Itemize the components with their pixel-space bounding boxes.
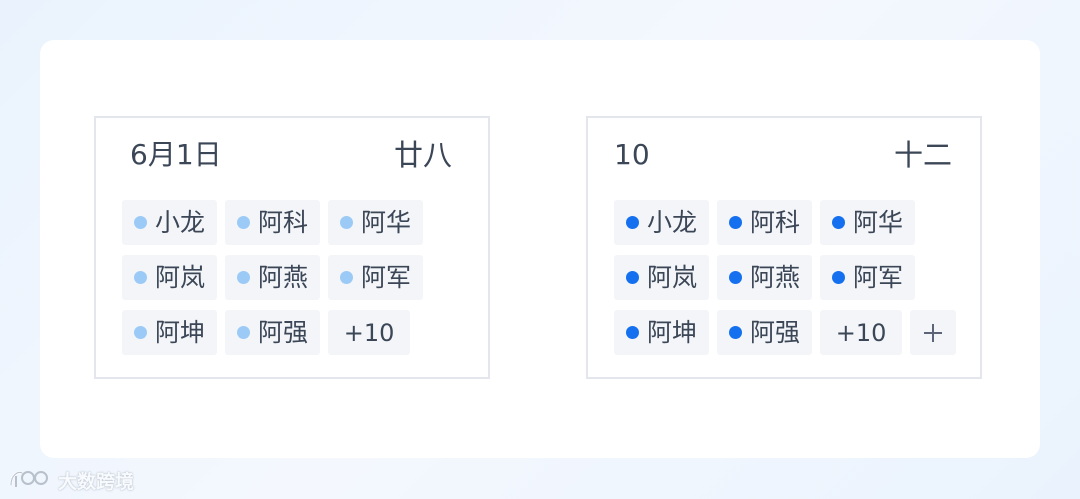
day-date: 6月1日 bbox=[130, 138, 222, 171]
event-status-dot bbox=[729, 216, 743, 229]
event-tag[interactable]: 阿燕 bbox=[717, 255, 813, 300]
event-tag[interactable]: 阿华 bbox=[328, 200, 424, 245]
event-status-dot bbox=[134, 216, 147, 229]
plus-icon bbox=[924, 323, 943, 342]
event-tag[interactable]: 阿科 bbox=[717, 200, 813, 245]
event-tag[interactable]: 阿军 bbox=[328, 255, 424, 300]
event-tag[interactable]: 阿坤 bbox=[122, 310, 218, 355]
event-status-dot bbox=[626, 326, 639, 339]
event-tag[interactable]: 阿科 bbox=[225, 200, 321, 245]
event-status-dot bbox=[340, 216, 354, 229]
watermark-text: 大数跨境 bbox=[58, 470, 135, 493]
event-tag[interactable]: 阿燕 bbox=[225, 255, 321, 300]
event-name: 阿强 bbox=[258, 318, 309, 347]
calendar-day-cell-right[interactable]: 10 十二 小龙 阿科 阿华 阿岚 阿燕 阿军 阿坤 阿强 +10 bbox=[586, 116, 982, 379]
calendar-day-cell-left[interactable]: 6月1日 廿八 小龙 阿科 阿华 阿岚 阿燕 阿军 阿坤 阿强 +10 bbox=[94, 116, 490, 379]
event-name: 阿军 bbox=[361, 263, 412, 292]
event-tag[interactable]: 阿强 bbox=[717, 310, 813, 355]
day-lunar-date: 廿八 bbox=[393, 138, 452, 172]
calendar-card: 6月1日 廿八 小龙 阿科 阿华 阿岚 阿燕 阿军 阿坤 阿强 +10 10 十… bbox=[40, 40, 1040, 458]
add-event-button[interactable] bbox=[910, 310, 957, 355]
event-name: 阿科 bbox=[750, 208, 801, 237]
watermark-logo-icon bbox=[9, 471, 48, 487]
event-tag[interactable]: 阿华 bbox=[820, 200, 916, 245]
event-tag[interactable]: 阿岚 bbox=[614, 255, 710, 300]
event-status-dot bbox=[626, 271, 639, 284]
event-name: 阿岚 bbox=[155, 263, 206, 292]
event-status-dot bbox=[237, 216, 251, 229]
event-status-dot bbox=[340, 271, 354, 284]
event-name: 阿军 bbox=[853, 263, 904, 292]
event-name: 阿燕 bbox=[258, 263, 309, 292]
event-status-dot bbox=[729, 326, 743, 339]
event-tag[interactable]: 阿军 bbox=[820, 255, 916, 300]
event-status-dot bbox=[832, 271, 846, 284]
day-date: 10 bbox=[614, 138, 650, 171]
event-tag[interactable]: 阿岚 bbox=[122, 255, 218, 300]
event-name: 小龙 bbox=[647, 208, 698, 237]
event-list: 小龙 阿科 阿华 阿岚 阿燕 阿军 阿坤 阿强 +10 bbox=[614, 200, 964, 355]
day-lunar-date: 十二 bbox=[893, 138, 952, 172]
event-name: 阿华 bbox=[361, 208, 412, 237]
event-name: 阿坤 bbox=[155, 318, 206, 347]
event-tag[interactable]: 小龙 bbox=[614, 200, 710, 245]
more-events-button[interactable]: +10 bbox=[820, 310, 903, 355]
event-status-dot bbox=[832, 216, 846, 229]
event-name: 阿科 bbox=[258, 208, 309, 237]
event-status-dot bbox=[134, 271, 147, 284]
event-tag[interactable]: 阿坤 bbox=[614, 310, 710, 355]
watermark: 大数跨境 bbox=[8, 463, 134, 497]
event-list: 小龙 阿科 阿华 阿岚 阿燕 阿军 阿坤 阿强 +10 bbox=[122, 200, 452, 355]
event-name: 小龙 bbox=[155, 208, 206, 237]
event-status-dot bbox=[134, 326, 147, 339]
event-tag[interactable]: 小龙 bbox=[122, 200, 218, 245]
event-status-dot bbox=[626, 216, 639, 229]
event-name: 阿燕 bbox=[750, 263, 801, 292]
event-name: 阿强 bbox=[750, 318, 801, 347]
event-status-dot bbox=[237, 271, 251, 284]
event-status-dot bbox=[237, 326, 251, 339]
event-tag[interactable]: 阿强 bbox=[225, 310, 321, 355]
event-name: 阿华 bbox=[853, 208, 904, 237]
event-name: 阿岚 bbox=[647, 263, 698, 292]
event-status-dot bbox=[729, 271, 743, 284]
more-events-button[interactable]: +10 bbox=[328, 310, 411, 355]
event-name: 阿坤 bbox=[647, 318, 698, 347]
